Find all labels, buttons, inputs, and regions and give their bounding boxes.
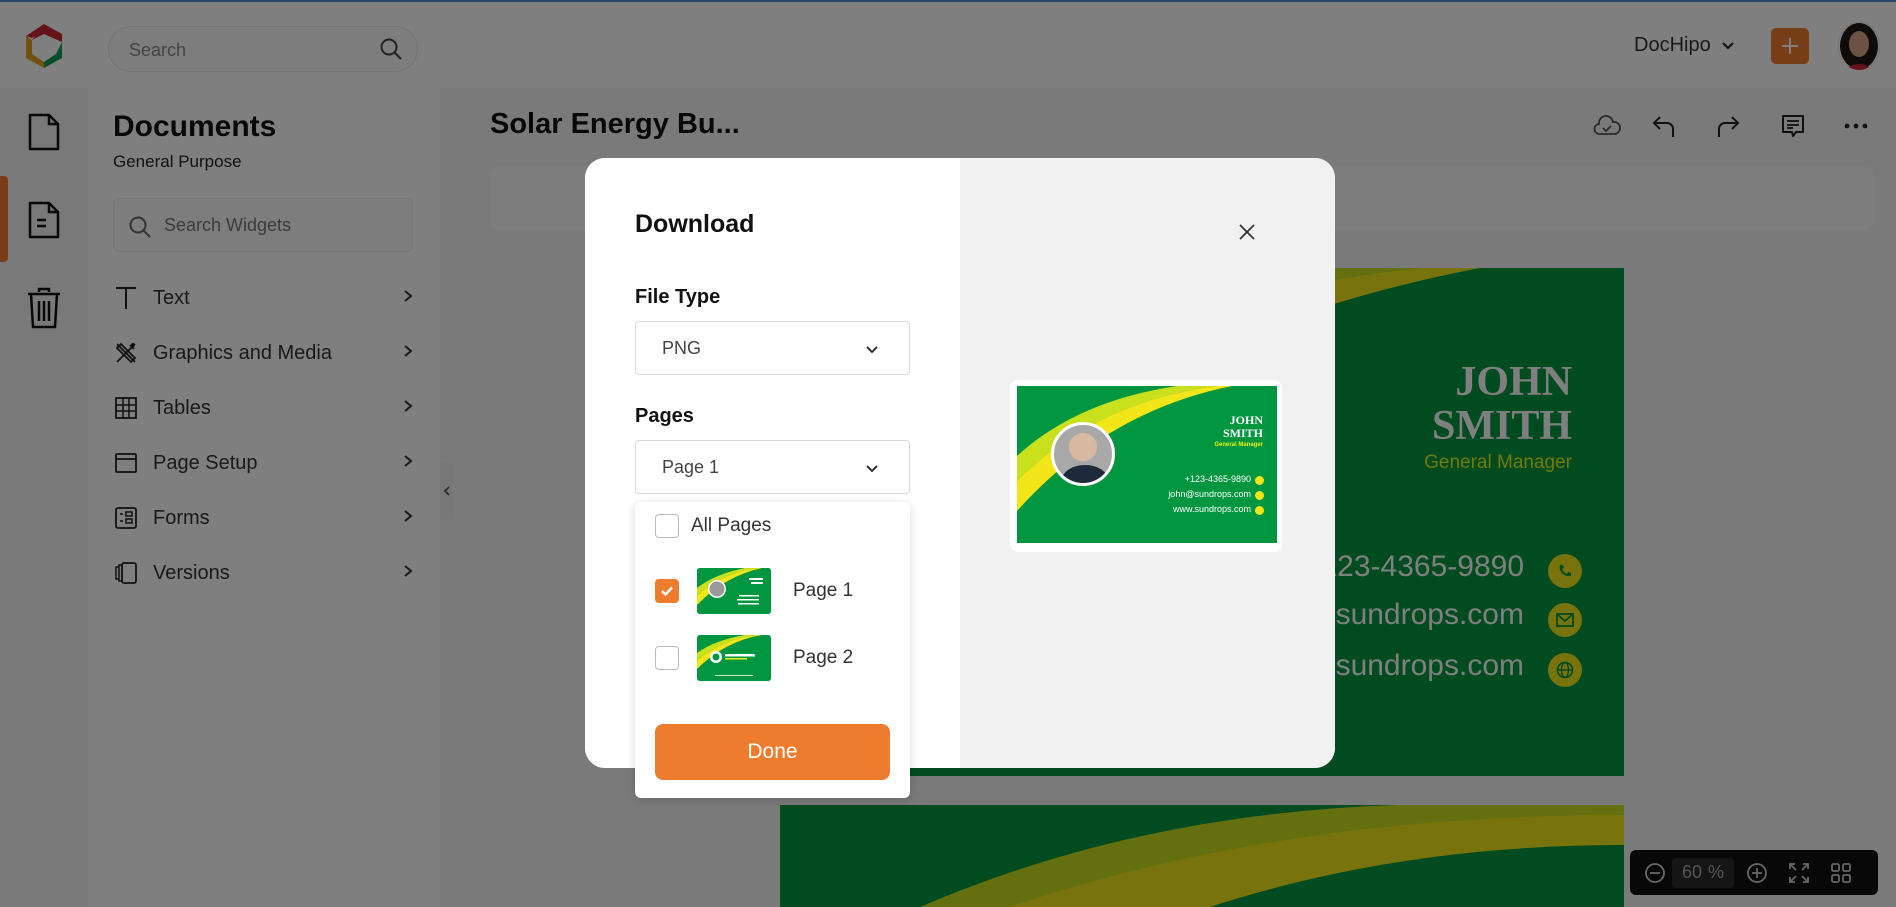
pages-label: Pages [635, 405, 694, 427]
preview-card: JOHN SMITH General Manager +123-4365-9890… [1017, 386, 1277, 543]
option-all-pages[interactable]: All Pages [655, 514, 771, 538]
chevron-down-icon [865, 461, 879, 479]
done-button[interactable]: Done [655, 724, 890, 780]
preview-website: www.sundrops.com [1172, 504, 1251, 514]
phone-icon [1255, 476, 1264, 485]
preview-phone: +123-4365-9890 [1184, 474, 1251, 484]
preview-email: john@sundrops.com [1168, 489, 1251, 499]
checkmark-icon [661, 586, 673, 597]
option-label: All Pages [691, 515, 772, 536]
close-button[interactable] [1235, 220, 1259, 244]
option-label: Page 2 [793, 647, 854, 668]
close-icon [1239, 224, 1255, 240]
option-page-2[interactable]: Page 2 [655, 635, 853, 681]
modal-title: Download [635, 210, 755, 238]
all-pages-checkbox[interactable] [655, 514, 679, 538]
preview-name: JOHN SMITH [1223, 414, 1263, 440]
pages-dropdown: All Pages Page 1 Page 2 Done [635, 502, 910, 798]
file-type-value: PNG [662, 338, 702, 358]
email-icon [1255, 491, 1264, 500]
profile-photo [1051, 422, 1115, 486]
preview-name-line2: SMITH [1222, 426, 1263, 440]
option-page-1[interactable]: Page 1 [655, 568, 853, 614]
chevron-down-icon [865, 342, 879, 360]
file-type-select[interactable]: PNG [635, 321, 910, 375]
pages-value: Page 1 [662, 457, 720, 477]
page-1-checkbox[interactable] [655, 579, 679, 603]
preview-name-line1: JOHN [1229, 413, 1263, 427]
pages-select[interactable]: Page 1 [635, 440, 910, 494]
page-2-thumbnail [697, 635, 771, 681]
option-label: Page 1 [793, 580, 854, 601]
file-type-label: File Type [635, 286, 721, 308]
preview-role: General Manager [1214, 442, 1263, 448]
globe-icon [1255, 506, 1264, 515]
page-1-thumbnail [697, 568, 771, 614]
download-preview: JOHN SMITH General Manager +123-4365-9890… [1010, 380, 1282, 552]
page-2-checkbox[interactable] [655, 646, 679, 670]
